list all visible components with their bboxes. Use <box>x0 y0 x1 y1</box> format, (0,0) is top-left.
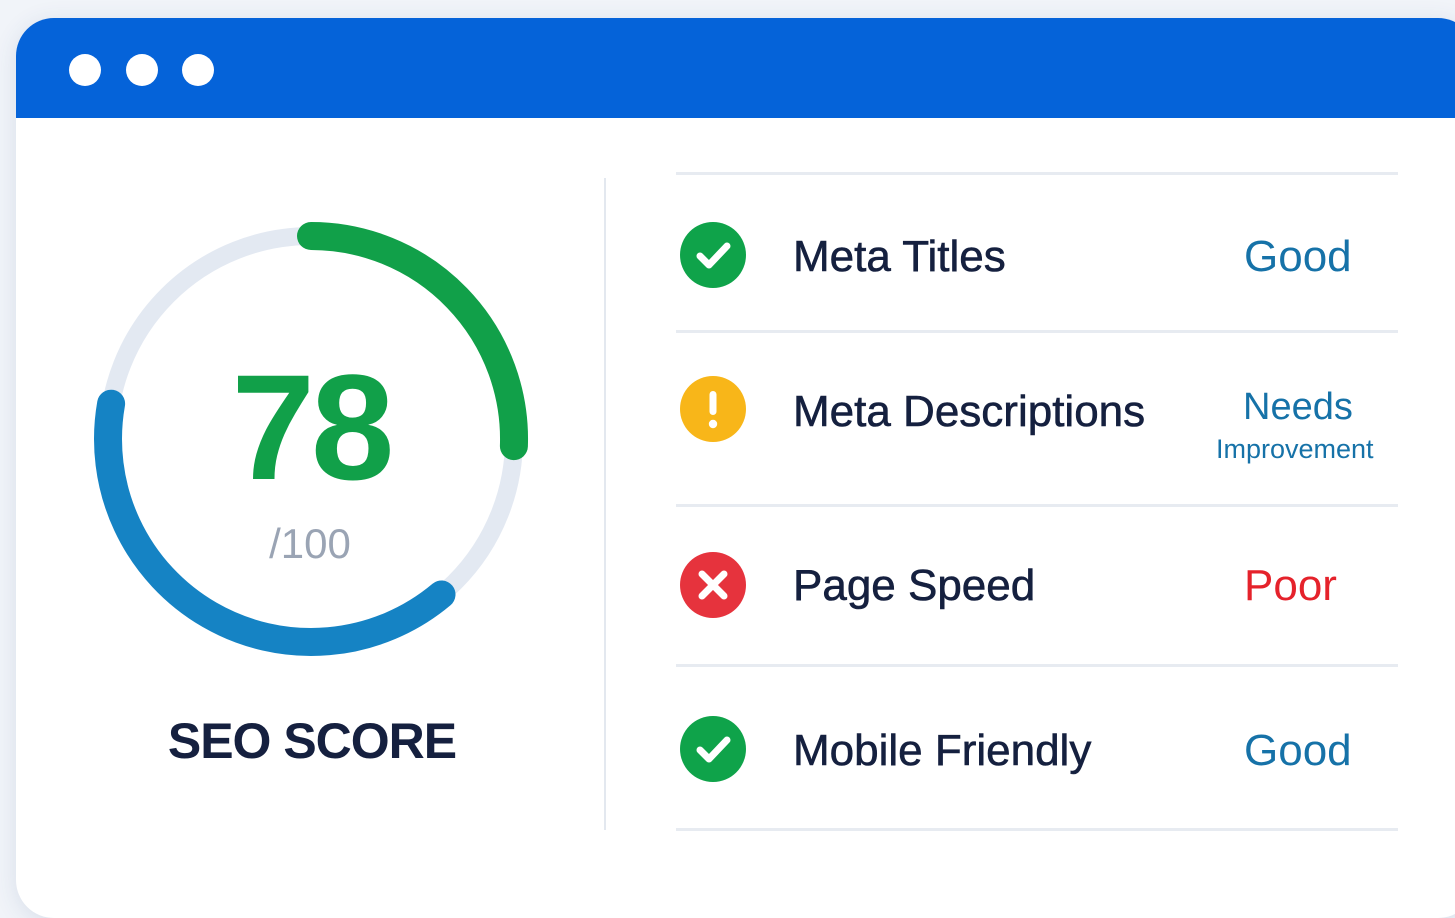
window-control-dot[interactable] <box>69 54 101 86</box>
status-line-2: Improvement <box>1216 434 1374 464</box>
row-divider <box>676 330 1398 333</box>
score-value: 78 <box>231 343 395 511</box>
window-control-dot[interactable] <box>182 54 214 86</box>
panel-divider <box>604 178 606 830</box>
status-badge: Good <box>1244 232 1352 281</box>
window-control-dot[interactable] <box>126 54 158 86</box>
check-name: Mobile Friendly <box>793 726 1092 775</box>
check-name: Meta Descriptions <box>793 387 1146 436</box>
row-divider <box>676 504 1398 507</box>
seo-score-panel: 78 /100 SEO SCORE <box>16 118 606 908</box>
check-name: Meta Titles <box>793 232 1006 281</box>
x-circle-icon <box>680 552 746 618</box>
exclamation-circle-icon <box>680 376 746 442</box>
status-badge: Poor <box>1244 561 1337 610</box>
score-max: /100 <box>269 520 351 567</box>
row-divider <box>676 172 1398 175</box>
app-window: 78 /100 SEO SCORE Meta Titles Good Meta … <box>16 18 1455 918</box>
check-name: Page Speed <box>793 561 1036 610</box>
row-divider <box>676 664 1398 667</box>
title-bar <box>16 18 1455 118</box>
status-badge: Good <box>1244 726 1352 775</box>
score-title: SEO SCORE <box>167 713 457 769</box>
status-line-1: Needs <box>1243 386 1353 428</box>
check-circle-icon <box>680 716 746 782</box>
check-circle-icon <box>680 222 746 288</box>
row-divider <box>676 828 1398 831</box>
